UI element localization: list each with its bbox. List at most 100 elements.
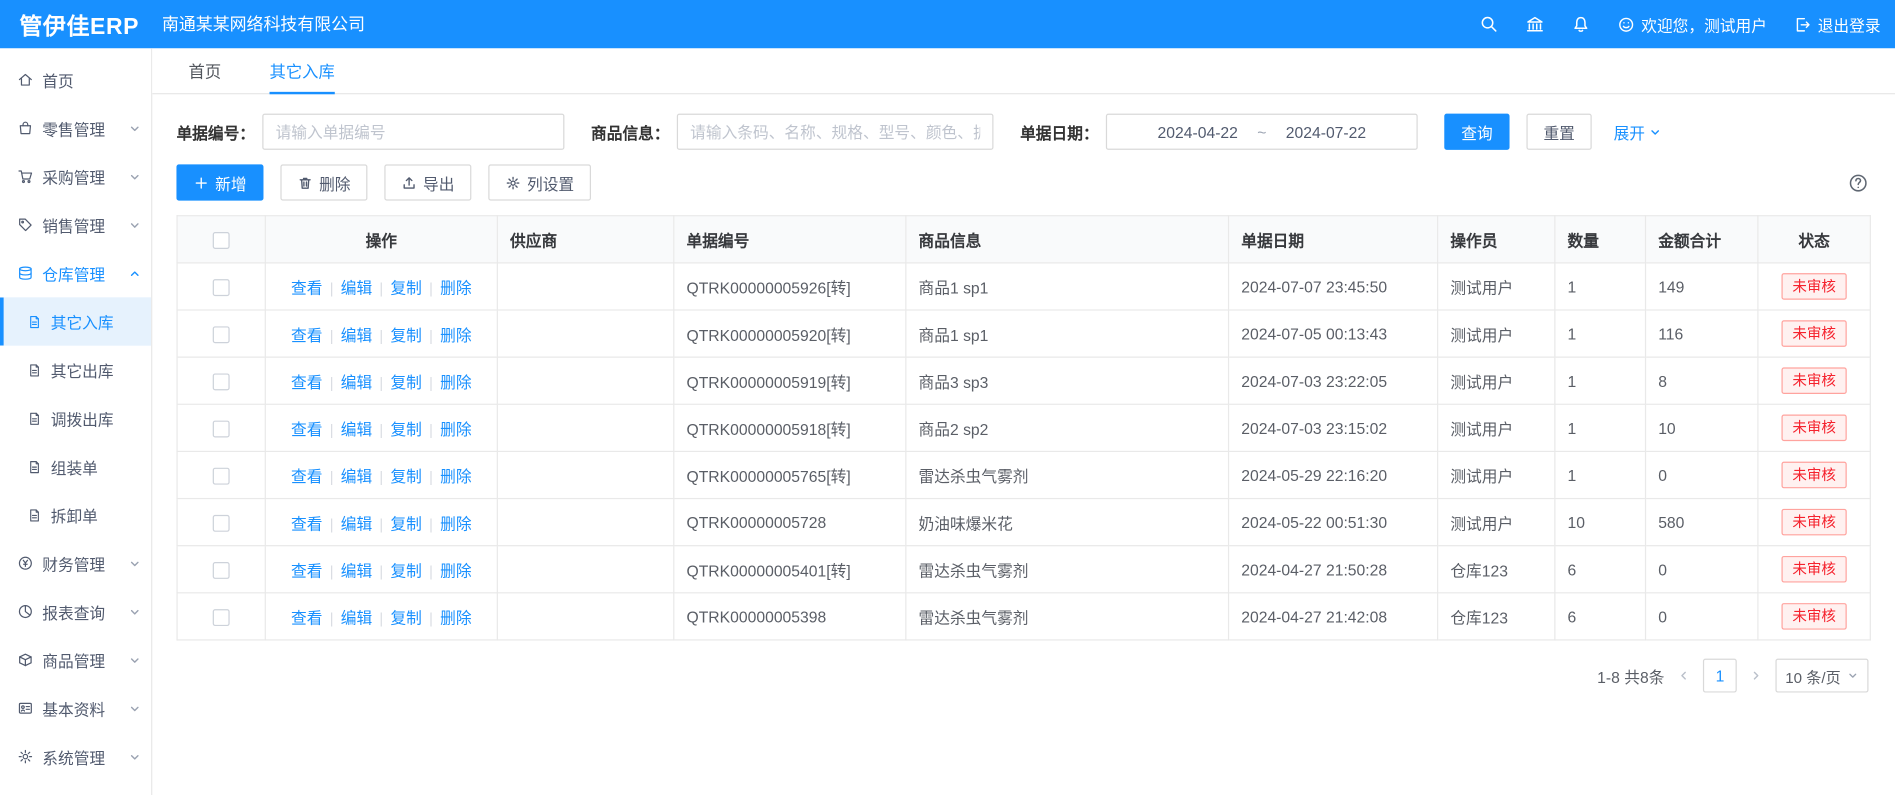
- add-button[interactable]: 新增: [176, 164, 263, 200]
- delete-button[interactable]: 删除: [280, 164, 367, 200]
- row-action-edit[interactable]: 编辑: [341, 514, 372, 532]
- row-action-copy[interactable]: 复制: [390, 561, 421, 579]
- sidebar-item-home[interactable]: 首页: [0, 56, 151, 104]
- row-checkbox[interactable]: [213, 562, 230, 579]
- doc-icon: [27, 459, 43, 475]
- row-action-copy[interactable]: 复制: [390, 467, 421, 485]
- row-action-view[interactable]: 查看: [291, 514, 322, 532]
- page-size-select[interactable]: 10 条/页: [1776, 659, 1869, 693]
- row-action-view[interactable]: 查看: [291, 467, 322, 485]
- sidebar-item-label: 系统管理: [42, 745, 119, 768]
- prev-page-button[interactable]: [1676, 668, 1691, 683]
- welcome-user[interactable]: 欢迎您，测试用户: [1617, 13, 1767, 36]
- date-from-value[interactable]: 2024-04-22: [1158, 123, 1238, 141]
- bank-button[interactable]: [1525, 15, 1544, 34]
- next-page-button[interactable]: [1749, 668, 1764, 683]
- row-action-edit[interactable]: 编辑: [341, 420, 372, 438]
- row-action-copy[interactable]: 复制: [390, 279, 421, 297]
- action-separator: |: [379, 515, 383, 532]
- product-info-input[interactable]: [677, 114, 994, 150]
- sidebar-item-finance[interactable]: 财务管理: [0, 539, 151, 587]
- sidebar-item-sales[interactable]: 销售管理: [0, 201, 151, 249]
- sidebar-item-goods[interactable]: 商品管理: [0, 636, 151, 684]
- columns-button[interactable]: 列设置: [488, 164, 591, 200]
- column-header: 单据日期: [1229, 216, 1438, 263]
- sidebar-item-transfer-out[interactable]: 调拨出库: [0, 394, 151, 442]
- row-checkbox[interactable]: [213, 279, 230, 296]
- row-checkbox[interactable]: [213, 609, 230, 626]
- sidebar-item-system[interactable]: 系统管理: [0, 732, 151, 780]
- sidebar-item-other-in[interactable]: 其它入库: [0, 297, 151, 345]
- row-action-copy[interactable]: 复制: [390, 326, 421, 344]
- row-action-view[interactable]: 查看: [291, 373, 322, 391]
- row-checkbox[interactable]: [213, 326, 230, 343]
- sidebar-item-retail[interactable]: 零售管理: [0, 104, 151, 152]
- row-action-delete[interactable]: 删除: [440, 514, 471, 532]
- cell-date: 2024-07-03 23:15:02: [1229, 404, 1438, 451]
- toolbar: 新增删除导出列设置: [176, 164, 1868, 200]
- date-range-picker[interactable]: 2024-04-22 ~ 2024-07-22: [1106, 114, 1418, 150]
- product-label: 商品信息：: [591, 120, 670, 143]
- help-icon[interactable]: [1848, 172, 1869, 193]
- row-action-copy[interactable]: 复制: [390, 514, 421, 532]
- status-badge: 未审核: [1781, 603, 1846, 631]
- row-action-view[interactable]: 查看: [291, 561, 322, 579]
- row-checkbox[interactable]: [213, 515, 230, 532]
- cell-date: 2024-05-29 22:16:20: [1229, 451, 1438, 498]
- sidebar-item-disassembly[interactable]: 拆卸单: [0, 491, 151, 539]
- row-action-delete[interactable]: 删除: [440, 373, 471, 391]
- sidebar-chevron-wrap: [128, 653, 141, 666]
- bell-button[interactable]: [1571, 15, 1590, 34]
- logout-button[interactable]: 退出登录: [1794, 13, 1881, 36]
- row-action-view[interactable]: 查看: [291, 420, 322, 438]
- select-all-checkbox[interactable]: [213, 232, 230, 249]
- row-action-edit[interactable]: 编辑: [341, 467, 372, 485]
- cell-supplier: [497, 404, 673, 451]
- sidebar-item-purchase[interactable]: 采购管理: [0, 152, 151, 200]
- row-action-copy[interactable]: 复制: [390, 373, 421, 391]
- sidebar-item-other-out[interactable]: 其它出库: [0, 346, 151, 394]
- cell-bill-no: QTRK00000005926[转]: [674, 263, 906, 310]
- row-action-copy[interactable]: 复制: [390, 609, 421, 627]
- row-action-view[interactable]: 查看: [291, 609, 322, 627]
- date-to-value[interactable]: 2024-07-22: [1286, 123, 1366, 141]
- column-header: 操作: [265, 216, 497, 263]
- row-action-edit[interactable]: 编辑: [341, 561, 372, 579]
- sidebar-item-basic[interactable]: 基本资料: [0, 684, 151, 732]
- action-separator: |: [429, 374, 433, 391]
- bill-no-input[interactable]: [262, 114, 564, 150]
- reset-button[interactable]: 重置: [1527, 114, 1592, 150]
- search-button[interactable]: [1479, 15, 1498, 34]
- row-action-delete[interactable]: 删除: [440, 609, 471, 627]
- current-page[interactable]: 1: [1703, 659, 1737, 693]
- row-action-delete[interactable]: 删除: [440, 420, 471, 438]
- sidebar-item-report[interactable]: 报表查询: [0, 587, 151, 635]
- sidebar-item-label: 首页: [42, 68, 141, 91]
- row-action-view[interactable]: 查看: [291, 326, 322, 344]
- search-button[interactable]: 查询: [1444, 114, 1509, 150]
- row-checkbox[interactable]: [213, 420, 230, 437]
- sales-icon: [17, 216, 34, 233]
- sidebar-item-warehouse[interactable]: 仓库管理: [0, 249, 151, 297]
- sidebar-item-assembly[interactable]: 组装单: [0, 442, 151, 490]
- row-action-delete[interactable]: 删除: [440, 467, 471, 485]
- row-action-delete[interactable]: 删除: [440, 279, 471, 297]
- export-button[interactable]: 导出: [384, 164, 471, 200]
- row-action-edit[interactable]: 编辑: [341, 326, 372, 344]
- row-action-view[interactable]: 查看: [291, 279, 322, 297]
- cell-operator: 测试用户: [1438, 499, 1555, 546]
- row-action-copy[interactable]: 复制: [390, 420, 421, 438]
- expand-toggle[interactable]: 展开: [1614, 120, 1662, 143]
- row-checkbox[interactable]: [213, 467, 230, 484]
- tab-other-in[interactable]: 其它入库: [270, 48, 335, 94]
- chevron-down-icon: [128, 750, 141, 763]
- row-action-edit[interactable]: 编辑: [341, 609, 372, 627]
- row-action-edit[interactable]: 编辑: [341, 279, 372, 297]
- row-action-delete[interactable]: 删除: [440, 326, 471, 344]
- row-checkbox[interactable]: [213, 373, 230, 390]
- tab-home[interactable]: 首页: [189, 48, 222, 94]
- row-action-edit[interactable]: 编辑: [341, 373, 372, 391]
- row-action-delete[interactable]: 删除: [440, 561, 471, 579]
- chevron-down-icon: [128, 605, 141, 618]
- topbar-actions: 欢迎您，测试用户 退出登录: [1479, 13, 1880, 36]
